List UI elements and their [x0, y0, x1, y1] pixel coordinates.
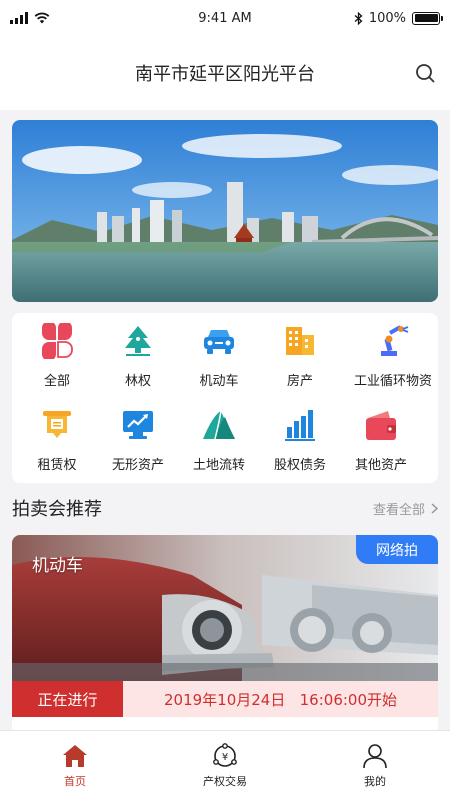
category-all[interactable]: 全部: [12, 313, 102, 393]
person-icon: [363, 744, 387, 769]
status-badge: 正在进行: [12, 681, 123, 717]
four-petal-icon: [42, 323, 73, 359]
online-auction-badge: 网络拍: [356, 535, 438, 564]
tab-label: 我的: [364, 775, 386, 788]
mountains-icon: [203, 410, 235, 440]
search-icon[interactable]: [414, 62, 436, 84]
category-intangible[interactable]: 无形资产: [93, 397, 183, 477]
category-label: 全部: [43, 374, 70, 389]
header: 南平市延平区阳光平台: [0, 36, 450, 110]
category-other[interactable]: 其他资产: [336, 397, 426, 477]
lease-scroll-icon: [43, 411, 71, 438]
home-icon: [63, 745, 87, 767]
section-title: 拍卖会推荐: [12, 499, 102, 520]
battery-icon: [412, 11, 443, 25]
svg-text:¥: ¥: [222, 752, 228, 763]
tab-mine[interactable]: 我的: [300, 731, 450, 800]
page-title: 南平市延平区阳光平台: [135, 64, 315, 85]
bluetooth-icon: [354, 11, 363, 25]
tab-property-exchange[interactable]: ¥ 产权交易: [150, 731, 300, 800]
category-label: 土地流转: [192, 458, 245, 473]
banner-carousel[interactable]: [12, 120, 438, 302]
tab-label: 首页: [64, 775, 86, 788]
tab-label: 产权交易: [203, 775, 247, 788]
category-forest[interactable]: 林权: [93, 313, 183, 393]
status-bar: 9:41 AM 100%: [0, 0, 450, 36]
robot-arm-icon: [381, 325, 409, 356]
auction-info-bar: 正在进行 2019年10月24日 16:06:00开始: [12, 681, 438, 717]
view-all-label: 查看全部: [372, 502, 425, 518]
category-label: 工业循环物资: [353, 374, 432, 389]
category-label: 股权债务: [273, 458, 326, 473]
category-real-estate[interactable]: 房产: [255, 313, 345, 393]
monitor-chart-icon: [123, 411, 153, 439]
tab-home[interactable]: 首页: [0, 731, 150, 800]
wallet-icon: [366, 411, 396, 440]
category-land[interactable]: 土地流转: [174, 397, 264, 477]
category-label: 其他资产: [354, 458, 407, 473]
bottom-tab-bar: 首页 ¥ 产权交易 我的: [0, 730, 450, 800]
wifi-icon: [34, 12, 50, 24]
bar-chart-icon: [285, 410, 315, 441]
category-label: 机动车: [199, 374, 239, 389]
status-left: [10, 12, 50, 24]
category-label: 无形资产: [111, 458, 164, 473]
category-label: 林权: [124, 374, 151, 389]
chevron-right-icon: [431, 502, 438, 514]
battery-percent: 100%: [368, 10, 406, 26]
category-label: 房产: [286, 374, 313, 389]
category-vehicle[interactable]: 机动车: [174, 313, 264, 393]
status-right: 100%: [354, 10, 443, 26]
category-grid: 全部 林权 机动车 房产 工业循环物资 租赁权 无形资产 土地流转 股权债务 其…: [12, 313, 438, 483]
category-label: 租赁权: [37, 458, 77, 473]
auction-section-header: 拍卖会推荐 查看全部: [12, 490, 438, 526]
auction-card[interactable]: 机动车 网络拍 正在进行 2019年10月24日 16:06:00开始: [12, 535, 438, 735]
car-icon: [204, 330, 234, 354]
category-industrial[interactable]: 工业循环物资: [348, 313, 438, 393]
category-equity[interactable]: 股权债务: [255, 397, 345, 477]
auction-category: 机动车: [32, 556, 83, 576]
auction-start-time: 2019年10月24日 16:06:00开始: [163, 690, 398, 709]
pine-tree-icon: [125, 326, 151, 356]
city-river-photo: [12, 120, 438, 302]
view-all-link[interactable]: 查看全部: [373, 499, 438, 518]
buildings-icon: [286, 327, 314, 355]
category-lease[interactable]: 租赁权: [12, 397, 102, 477]
signal-icon: [10, 12, 28, 24]
property-exchange-icon: ¥: [213, 743, 237, 767]
